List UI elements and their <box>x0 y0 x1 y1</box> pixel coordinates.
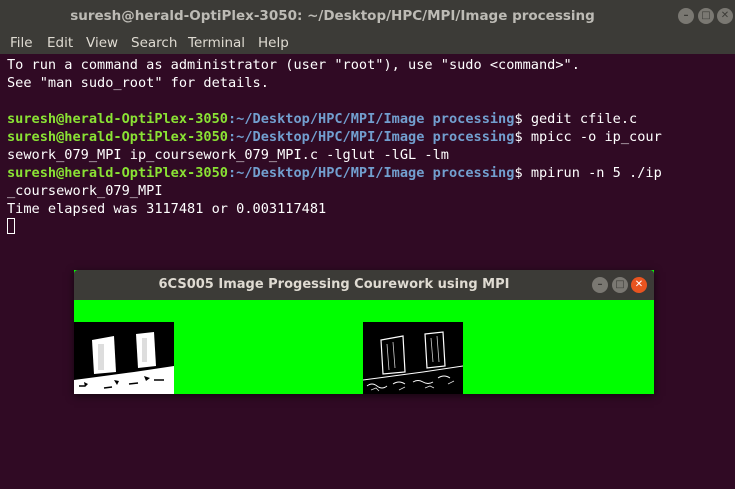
menu-help[interactable]: Help <box>258 32 289 54</box>
menu-terminal[interactable]: Terminal <box>188 32 245 54</box>
prompt-user: suresh@herald-OptiPlex-3050 <box>7 129 228 145</box>
menu-search[interactable]: Search <box>131 32 177 54</box>
close-button[interactable]: ✕ <box>717 8 733 24</box>
text-cursor <box>7 218 15 234</box>
gl-canvas <box>74 300 654 394</box>
prompt-path: :~/Desktop/HPC/MPI/Image processing <box>227 129 515 145</box>
prompt-symbol: $ <box>514 165 531 181</box>
prompt-path: :~/Desktop/HPC/MPI/Image processing <box>227 111 515 127</box>
command-line-2: suresh@herald-OptiPlex-3050:~/Desktop/HP… <box>7 128 662 146</box>
command-line-1: suresh@herald-OptiPlex-3050:~/Desktop/HP… <box>7 110 637 128</box>
output-line: Time elapsed was 3117481 or 0.003117481 <box>7 201 327 217</box>
terminal-titlebar[interactable]: suresh@herald-OptiPlex-3050: ~/Desktop/H… <box>0 0 735 32</box>
menu-file[interactable]: File <box>10 32 33 54</box>
prompt-symbol: $ <box>514 129 531 145</box>
menu-view[interactable]: View <box>86 32 118 54</box>
command-text: mpirun -n 5 ./ip <box>530 165 662 181</box>
command-line-3-wrap: _coursework_079_MPI <box>7 183 163 199</box>
prompt-symbol: $ <box>514 111 531 127</box>
gl-maximize-button[interactable]: □ <box>612 277 628 293</box>
gl-window-title: 6CS005 Image Progessing Courework using … <box>158 277 510 292</box>
command-line-3: suresh@herald-OptiPlex-3050:~/Desktop/HP… <box>7 164 662 182</box>
prompt-user: suresh@herald-OptiPlex-3050 <box>7 111 228 127</box>
gl-minimize-button[interactable]: – <box>592 277 608 293</box>
intro-line-1: To run a command as administrator (user … <box>7 57 580 73</box>
gl-close-button[interactable]: ✕ <box>631 277 647 293</box>
processed-image-picture <box>363 322 463 394</box>
original-image-picture <box>74 322 174 394</box>
command-text: gedit cfile.c <box>530 111 638 127</box>
menu-edit[interactable]: Edit <box>47 32 73 54</box>
minimize-button[interactable]: – <box>678 8 694 24</box>
original-image <box>74 322 174 394</box>
command-text: mpicc -o ip_cour <box>530 129 662 145</box>
processed-image <box>363 322 463 394</box>
gl-output-window[interactable]: 6CS005 Image Progessing Courework using … <box>74 270 654 394</box>
menu-bar: File Edit View Search Terminal Help <box>0 32 735 54</box>
command-line-2-wrap: sework_079_MPI ip_coursework_079_MPI.c -… <box>7 147 449 163</box>
gl-window-titlebar[interactable]: 6CS005 Image Progessing Courework using … <box>74 270 654 300</box>
prompt-user: suresh@herald-OptiPlex-3050 <box>7 165 228 181</box>
window-title: suresh@herald-OptiPlex-3050: ~/Desktop/H… <box>70 8 595 24</box>
prompt-path: :~/Desktop/HPC/MPI/Image processing <box>227 165 515 181</box>
intro-line-2: See "man sudo_root" for details. <box>7 75 269 91</box>
maximize-button[interactable]: □ <box>698 8 714 24</box>
